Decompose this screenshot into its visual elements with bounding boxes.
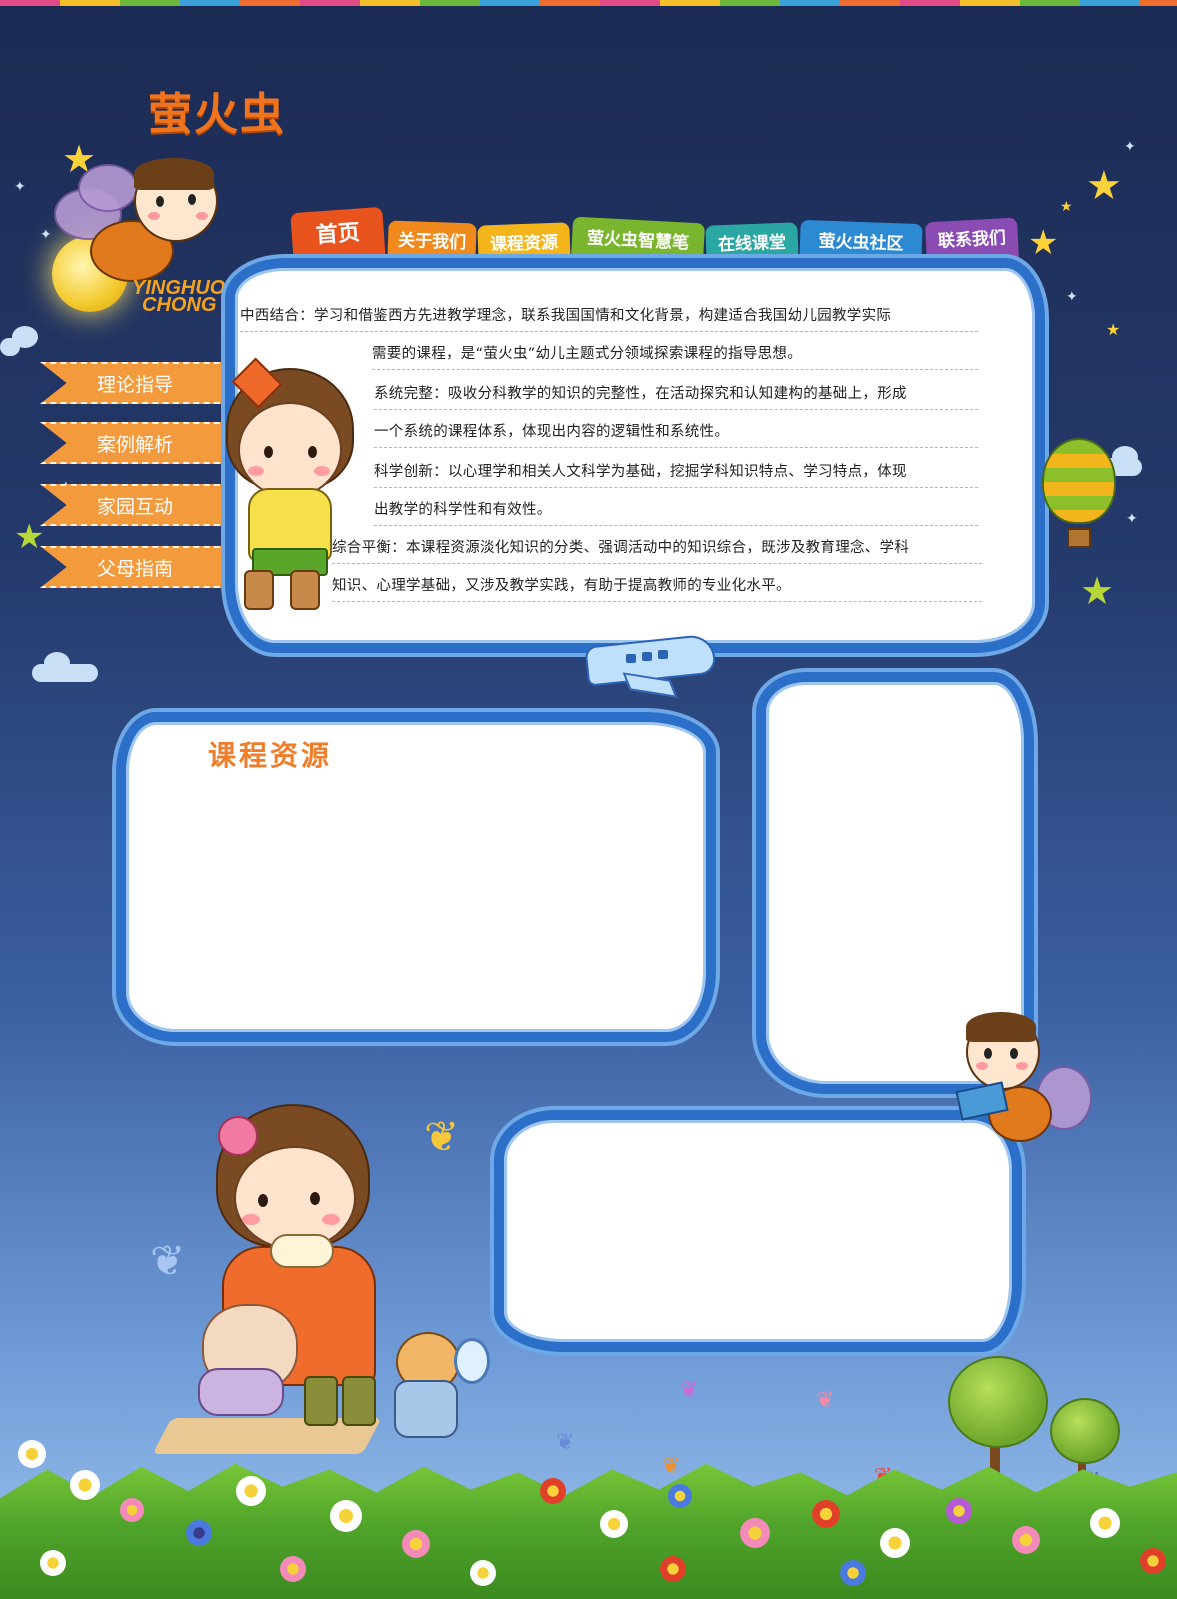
cloud-icon [32, 652, 98, 682]
flower-icon [280, 1556, 306, 1582]
sidebar-item-label: 父母指南 [96, 558, 173, 580]
flower-icon [40, 1550, 66, 1576]
girl-with-pets-illustration [186, 1098, 490, 1458]
flower-icon [18, 1440, 46, 1468]
flower-icon [660, 1556, 686, 1582]
flower-icon [70, 1470, 100, 1500]
flower-icon [668, 1484, 692, 1508]
brand-logo-english-line2: CHONG [142, 294, 217, 316]
intro-line: 综合平衡：本课程资源淡化知识的分类、强调活动中的知识综合，既涉及教育理念、学科 [332, 536, 982, 564]
balloon-basket [1067, 528, 1091, 548]
star-icon: ★ [1060, 199, 1073, 215]
top-color-stripe [0, 0, 1177, 6]
brand-logo-text[interactable]: 萤火虫 [148, 78, 286, 142]
reading-firefly-mascot [948, 1000, 1098, 1148]
intro-line: 出教学的科学性和有效性。 [374, 498, 978, 526]
course-resources-panel [116, 712, 716, 1042]
flower-icon [330, 1500, 362, 1532]
sparkle-icon: ✦ [14, 179, 26, 195]
flower-icon [1090, 1508, 1120, 1538]
cloud-icon [0, 326, 38, 356]
star-icon: ★ [1080, 569, 1115, 613]
sparkle-icon: ✦ [1124, 139, 1136, 155]
sidebar-item-parents-guide[interactable]: 父母指南 [40, 546, 230, 588]
sidebar-item-home-school[interactable]: 家园互动 [40, 484, 230, 526]
sidebar-item-label: 理论指导 [96, 374, 173, 396]
flower-icon [540, 1478, 566, 1504]
butterfly-icon: ❦ [556, 1430, 575, 1455]
star-icon: ★ [1028, 223, 1059, 263]
flower-icon [1140, 1548, 1166, 1574]
star-icon: ★ [1106, 320, 1121, 339]
flower-hairpin-icon [218, 1116, 258, 1156]
flower-icon [600, 1510, 628, 1538]
tab-contact-label: 联系我们 [937, 228, 1007, 252]
flower-icon [470, 1560, 496, 1586]
intro-line: 系统完整：吸收分科教学的知识的完整性，在活动探究和认知建构的基础上，形成 [374, 382, 978, 410]
tab-community-label: 萤火虫社区 [818, 231, 904, 255]
sidebar-item-cases[interactable]: 案例解析 [40, 422, 230, 464]
intro-line: 知识、心理学基础，又涉及教学实践，有助于提高教师的专业化水平。 [332, 574, 982, 602]
flower-icon [236, 1476, 266, 1506]
butterfly-icon: ❦ [150, 1236, 186, 1285]
flower-icon [880, 1528, 910, 1558]
flower-icon [186, 1520, 212, 1546]
bottom-content-panel [494, 1110, 1022, 1352]
sidebar-item-label: 家园互动 [96, 496, 173, 518]
sidebar-item-theory[interactable]: 理论指导 [40, 362, 230, 404]
mirror-icon [454, 1338, 490, 1384]
grass-ground [0, 1463, 1177, 1599]
flower-icon [120, 1498, 144, 1522]
tab-about-label: 关于我们 [397, 230, 467, 254]
intro-line: 需要的课程，是“萤火虫”幼儿主题式分领域探索课程的指导思想。 [372, 342, 978, 370]
flower-icon [402, 1530, 430, 1558]
flower-icon [812, 1500, 840, 1528]
tab-home-label: 首页 [315, 220, 361, 249]
flower-icon [1012, 1526, 1040, 1554]
tab-online-class-label: 在线课堂 [717, 232, 787, 256]
brand-logo-english: YINGHUO CHONG [132, 278, 225, 316]
hot-air-balloon-icon [1042, 438, 1116, 524]
girl-illustration [208, 357, 368, 612]
flower-icon [840, 1560, 866, 1586]
sidebar-item-label: 案例解析 [96, 434, 173, 456]
butterfly-icon: ❦ [816, 1388, 835, 1413]
flower-icon [740, 1518, 770, 1548]
firefly-mascot [48, 148, 218, 298]
flower-icon [946, 1498, 972, 1524]
star-icon: ★ [14, 517, 45, 557]
airplane-window [642, 652, 652, 661]
sparkle-icon: ✦ [1066, 289, 1078, 305]
bear-body [394, 1380, 458, 1438]
butterfly-icon: ❦ [680, 1378, 699, 1403]
tree-icon [1050, 1398, 1120, 1464]
tree-icon [948, 1356, 1048, 1448]
airplane-window [626, 654, 636, 663]
tab-home[interactable]: 首页 [290, 206, 386, 266]
puppy-dress [198, 1368, 284, 1416]
intro-line: 一个系统的课程体系，体现出内容的逻辑性和系统性。 [374, 420, 978, 448]
intro-line: 科学创新：以心理学和相关人文科学为基础，挖掘学科知识特点、学习特点，体现 [374, 460, 978, 488]
tab-course-resources-label: 课程资源 [489, 232, 559, 256]
star-icon: ★ [1086, 163, 1122, 209]
course-resources-title: 课程资源 [208, 739, 333, 772]
airplane-window [658, 650, 668, 659]
sparkle-icon: ✦ [1126, 511, 1138, 527]
butterfly-icon: ❦ [662, 1454, 681, 1479]
intro-line: 中西结合：学习和借鉴西方先进教学理念，联系我国国情和文化背景，构建适合我国幼儿园… [240, 304, 978, 332]
tab-smart-pen-label: 萤火虫智慧笔 [586, 228, 690, 254]
